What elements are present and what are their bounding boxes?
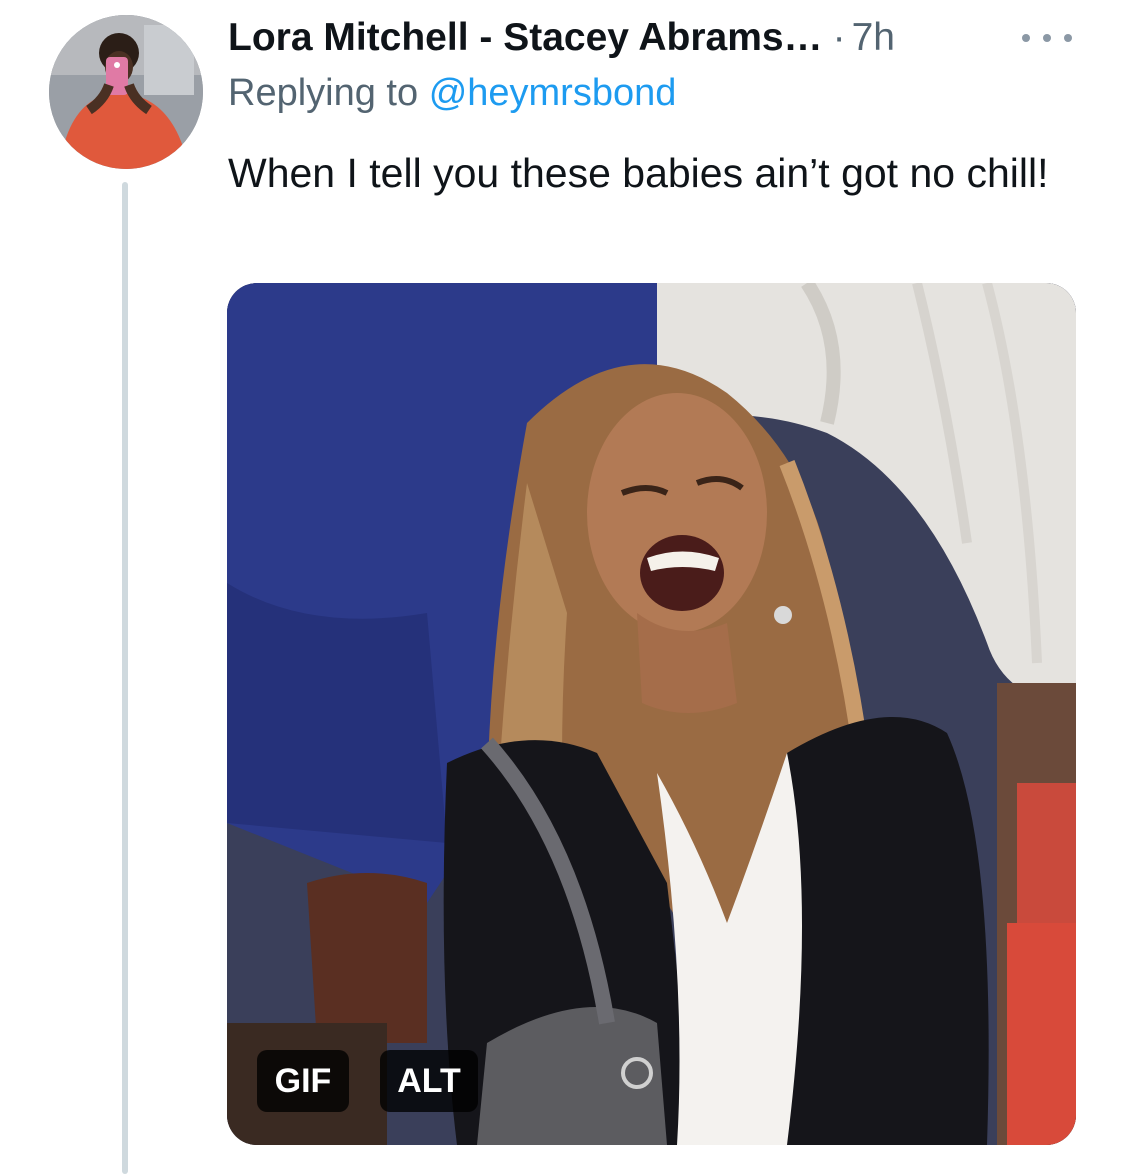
- thread-line: [122, 182, 128, 1174]
- tweet-header: Lora Mitchell - Stacey Abrams… · 7h: [228, 14, 895, 62]
- replying-to: Replying to @heymrsbond: [228, 72, 676, 115]
- more-horizontal-icon[interactable]: [1022, 28, 1072, 48]
- gif-badge: GIF: [257, 1050, 349, 1112]
- tweet-text: When I tell you these babies ain’t got n…: [228, 150, 1049, 196]
- replying-prefix: Replying to: [228, 72, 419, 114]
- display-name[interactable]: Lora Mitchell - Stacey Abrams…: [228, 16, 823, 60]
- avatar[interactable]: [49, 15, 203, 169]
- timestamp[interactable]: 7h: [852, 16, 895, 60]
- tweet[interactable]: Lora Mitchell - Stacey Abrams… · 7h Repl…: [0, 0, 1125, 1174]
- separator: ·: [832, 16, 846, 59]
- tweet-media-gif[interactable]: [227, 283, 1076, 1145]
- replying-handle-link[interactable]: @heymrsbond: [429, 72, 677, 114]
- alt-text-badge[interactable]: ALT: [380, 1050, 478, 1112]
